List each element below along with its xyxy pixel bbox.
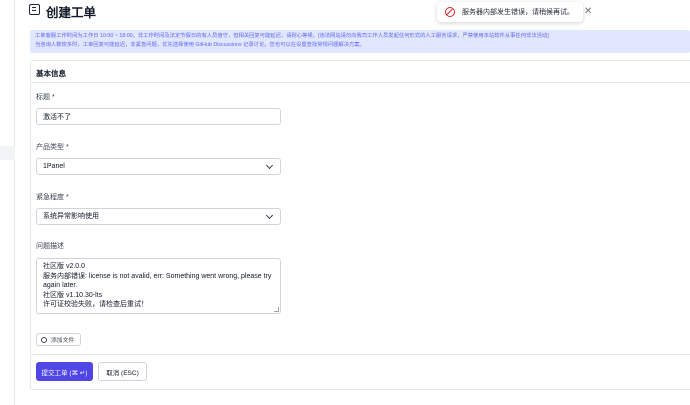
error-circle-icon <box>445 7 455 17</box>
resize-handle[interactable] <box>274 307 279 312</box>
submit-ticket-button[interactable]: 提交工单 (⌘ ↵) <box>36 362 93 381</box>
error-toast: 服务器内部发生错误，请稍候再试。 ✕ <box>437 2 592 22</box>
urgency-value: 系统异常影响使用 <box>43 213 99 220</box>
product-type-select[interactable]: 1Panel <box>36 158 281 175</box>
chevron-down-icon <box>265 211 274 219</box>
description-line: 社区版 v1.10.30-lts <box>43 291 103 299</box>
plus-circle-icon <box>41 336 47 343</box>
ticket-icon <box>29 4 40 15</box>
description-line: 许可证校验失败，请检查后重试！ <box>43 301 148 309</box>
service-notice: 工单客服工作时间为工作日 10:00 ~ 18:00。非工作时间及法定节假日的有… <box>30 30 690 53</box>
section-divider <box>31 82 690 83</box>
urgency-select[interactable]: 系统异常影响使用 <box>36 208 281 225</box>
ticket-form-card: 基本信息 标题 * 产品类型 * 1Panel 紧急程度 * 系统异常影响使用 … <box>30 60 690 390</box>
urgency-label: 紧急程度 * <box>36 194 69 201</box>
left-sidebar-edge <box>0 0 15 405</box>
title-label: 标题 * <box>36 94 55 101</box>
toast-message: 服务器内部发生错误，请稍候再试。 <box>462 9 574 16</box>
add-file-label: 添加文件 <box>51 338 75 344</box>
cancel-button[interactable]: 取消 (ESC) <box>98 362 147 381</box>
notice-line-2: 当咨询人数较多时，工单回复可能延迟，非紧急问题，优先选择使用 GitHub Di… <box>35 42 365 48</box>
title-input[interactable] <box>36 108 281 125</box>
description-line: 社区版 v2.0.0 <box>43 263 86 270</box>
description-label: 问题描述 <box>36 243 64 250</box>
product-type-label: 产品类型 * <box>36 144 69 151</box>
description-line: 服务内部错误: license is not avalid, err: Some… <box>43 272 272 280</box>
add-file-button[interactable]: 添加文件 <box>36 333 82 346</box>
page-title: 创建工单 <box>46 6 97 20</box>
notice-line-1: 工单客服工作时间为工作日 10:00 ~ 18:00。非工作时间及法定节假日的有… <box>35 33 549 39</box>
description-textarea[interactable]: 社区版 v2.0.0 服务内部错误: license is not avalid… <box>36 258 281 314</box>
sidebar-active-marker <box>0 146 15 160</box>
close-icon[interactable]: ✕ <box>584 7 592 17</box>
section-title: 基本信息 <box>36 69 66 78</box>
description-line: again later. <box>43 282 78 290</box>
chevron-down-icon <box>265 161 274 169</box>
product-type-value: 1Panel <box>43 163 65 170</box>
actions-divider <box>31 354 690 355</box>
